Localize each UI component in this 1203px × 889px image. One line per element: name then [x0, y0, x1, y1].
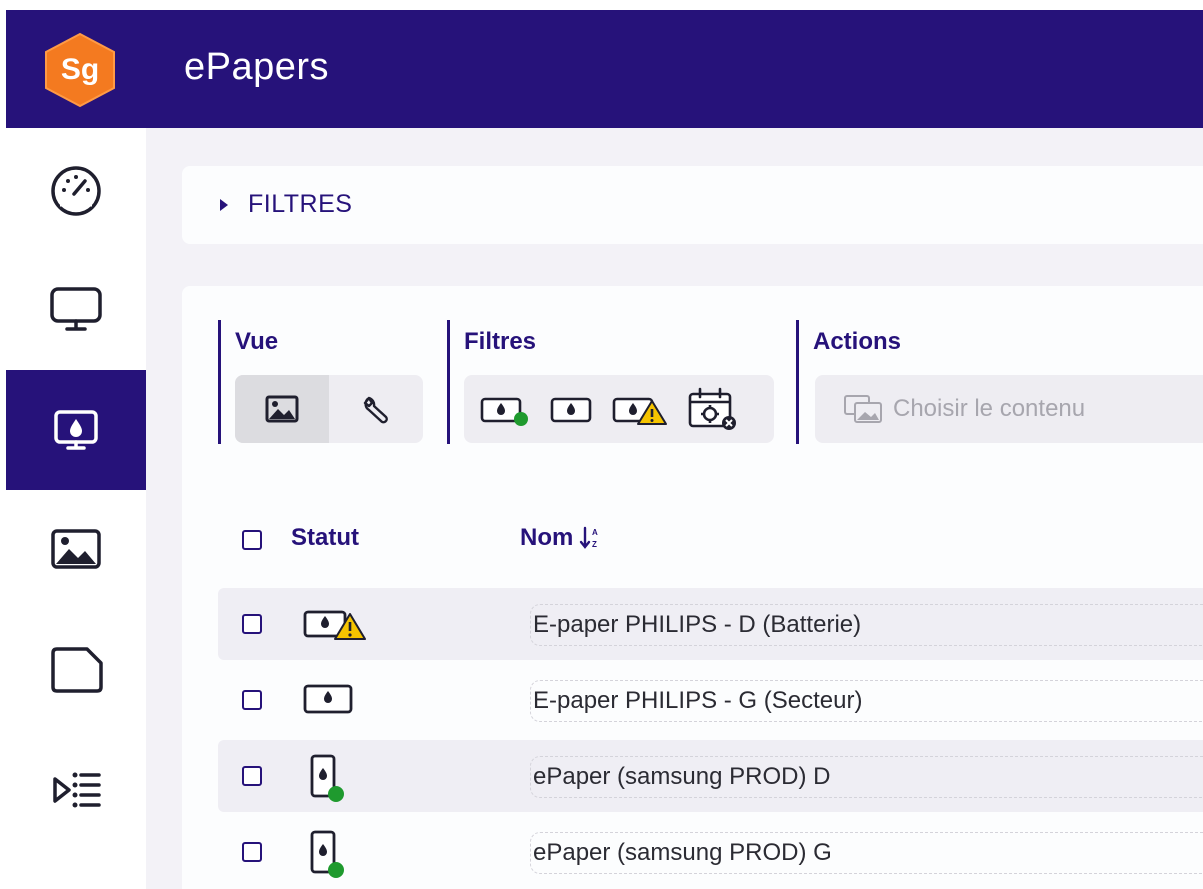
caret-right-icon: [220, 198, 228, 211]
wrench-icon: [363, 396, 388, 424]
choose-content-select[interactable]: Choisir le contenu: [815, 375, 1203, 443]
sidebar-item-dashboard[interactable]: [6, 130, 146, 250]
toolbar-group-vue: Vue: [218, 320, 438, 444]
sidebar-item-screens[interactable]: [6, 250, 146, 370]
device-name-field[interactable]: ePaper (samsung PROD) D: [530, 756, 1203, 798]
filters-toggle[interactable]: FILTRES: [220, 190, 352, 219]
epaper-monitor-icon: [54, 410, 98, 450]
epaper-online-icon: [480, 397, 528, 426]
monitor-icon: [50, 287, 102, 331]
sidebar: [6, 128, 146, 889]
table-row[interactable]: E-paper PHILIPS - G (Secteur): [218, 664, 1203, 736]
view-image-button[interactable]: [235, 375, 329, 443]
epaper-online-status-icon: [310, 830, 344, 878]
sort-az-icon: A Z: [580, 526, 598, 549]
sidebar-item-images[interactable]: [6, 490, 146, 610]
row-checkbox[interactable]: [242, 690, 262, 710]
epaper-online-status-icon: [310, 754, 344, 802]
toolbar-group-actions: Actions Choisir le contenu: [796, 320, 1203, 444]
view-settings-button[interactable]: [329, 375, 423, 443]
table-row[interactable]: E-paper PHILIPS - D (Batterie): [218, 588, 1203, 660]
playlist-icon: [53, 772, 101, 808]
content-images-icon: [844, 395, 882, 423]
filters-toggle-label: FILTRES: [248, 190, 353, 218]
device-name-field[interactable]: E-paper PHILIPS - D (Batterie): [530, 604, 1203, 646]
svg-text:Z: Z: [592, 540, 597, 549]
row-checkbox[interactable]: [242, 842, 262, 862]
sidebar-item-documents[interactable]: [6, 610, 146, 730]
table-row[interactable]: ePaper (samsung PROD) G: [218, 816, 1203, 888]
app-logo[interactable]: Sg: [42, 32, 118, 108]
filters-panel: FILTRES: [182, 166, 1203, 244]
image-icon: [51, 529, 101, 569]
epaper-status-icon: [303, 684, 353, 714]
device-name-field[interactable]: ePaper (samsung PROD) G: [530, 832, 1203, 874]
dashboard-gauge-icon: [51, 166, 101, 216]
choose-content-placeholder: Choisir le contenu: [893, 395, 1086, 422]
document-icon: [51, 647, 103, 693]
device-name-field[interactable]: E-paper PHILIPS - G (Secteur): [530, 680, 1203, 722]
status-cell: [302, 754, 368, 807]
epaper-warning-icon: [612, 397, 667, 425]
svg-text:A: A: [592, 528, 598, 537]
vue-segmented-control: [235, 375, 423, 443]
actions-label: Actions: [813, 328, 902, 355]
select-all-checkbox[interactable]: [242, 530, 262, 550]
filter-calendar-button[interactable]: [688, 375, 738, 443]
filter-epaper-button[interactable]: [550, 375, 592, 443]
row-checkbox[interactable]: [242, 614, 262, 634]
table-row[interactable]: ePaper (samsung PROD) D: [218, 740, 1203, 812]
status-cell: [302, 602, 368, 647]
vue-label: Vue: [235, 328, 279, 355]
column-header-statut[interactable]: Statut: [291, 524, 359, 552]
column-header-nom-label: Nom: [520, 524, 574, 551]
column-header-nom[interactable]: Nom A Z: [520, 524, 601, 552]
frame-top: [0, 0, 1203, 10]
filtres-buttons: [464, 375, 774, 443]
sidebar-item-playlists[interactable]: [6, 730, 146, 850]
calendar-settings-icon: [688, 387, 736, 430]
filter-online-button[interactable]: [480, 375, 530, 443]
page-title: ePapers: [184, 46, 330, 88]
image-view-icon: [265, 395, 299, 423]
top-bar: Sg ePapers: [6, 10, 1203, 128]
status-cell: [302, 830, 368, 883]
epaper-icon: [550, 397, 592, 423]
table-header: Statut Nom A Z: [218, 508, 1203, 570]
epaper-warning-status-icon: [303, 610, 366, 640]
sidebar-item-epapers[interactable]: [6, 370, 146, 490]
filter-warning-button[interactable]: [612, 375, 668, 443]
row-checkbox[interactable]: [242, 766, 262, 786]
status-cell: [302, 678, 368, 723]
logo-text: Sg: [60, 53, 100, 86]
toolbar-group-filtres: Filtres: [447, 320, 787, 444]
filtres-label: Filtres: [464, 328, 537, 355]
